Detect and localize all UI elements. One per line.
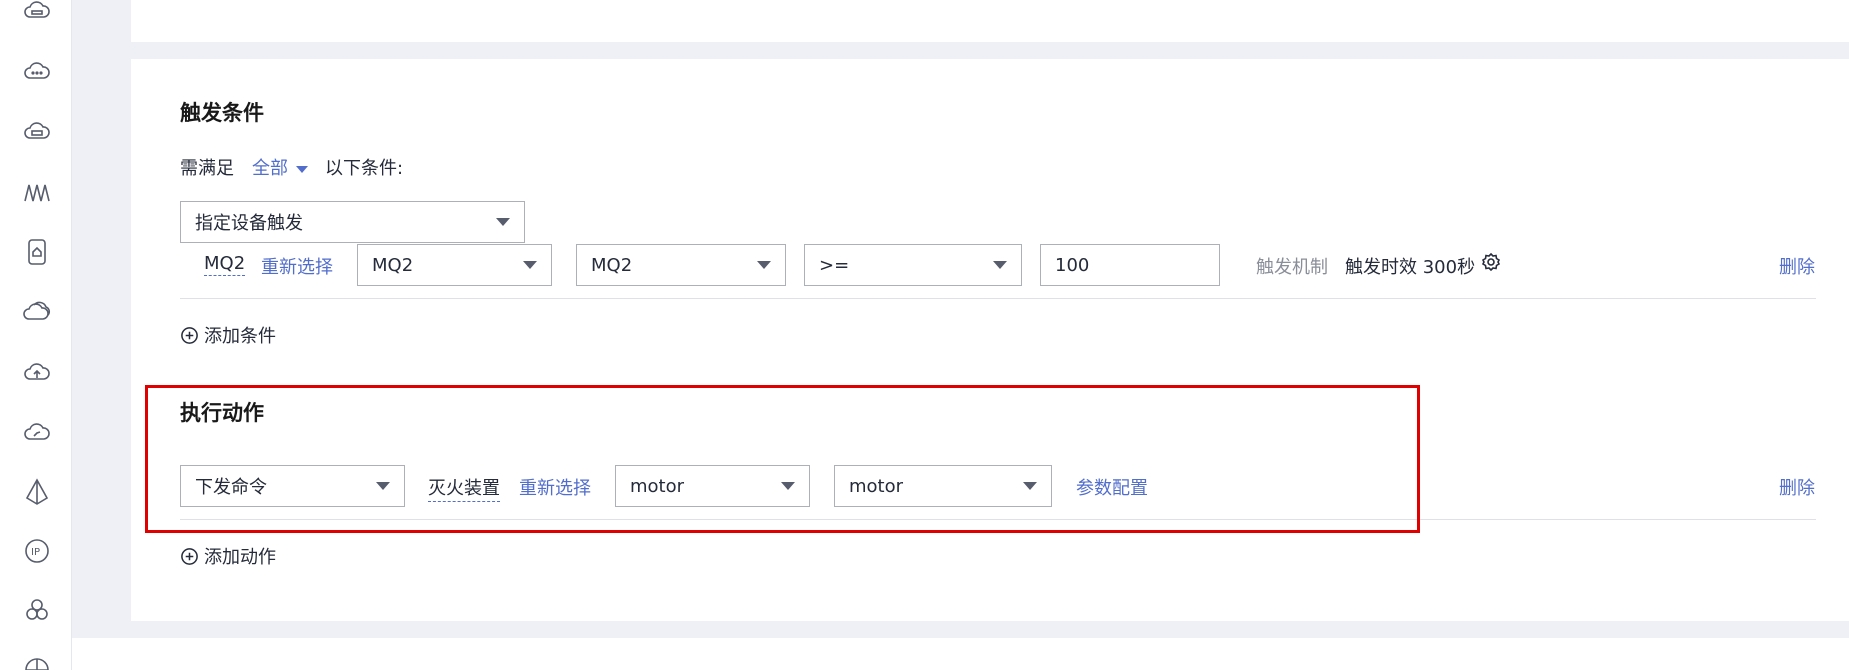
chevron-down-icon — [296, 165, 308, 173]
chevron-down-icon — [523, 261, 537, 269]
action-command-value: motor — [849, 475, 904, 497]
svg-text:IP: IP — [31, 547, 40, 558]
condition-mode-dropdown[interactable]: 全部 — [252, 154, 308, 180]
chevron-down-icon — [781, 482, 795, 490]
sidebar: IP — [0, 0, 72, 670]
chevron-down-icon — [1023, 482, 1037, 490]
condition-suffix: 以下条件: — [325, 158, 404, 179]
add-condition-button[interactable]: 添加条件 — [180, 322, 276, 348]
cone-icon[interactable] — [22, 477, 52, 507]
trigger-reselect-link[interactable]: 重新选择 — [261, 253, 333, 279]
trigger-mechanism-label[interactable]: 触发机制 — [1256, 253, 1328, 279]
trigger-device-name[interactable]: MQ2 — [204, 253, 246, 276]
cluster-icon[interactable] — [22, 596, 52, 626]
condition-prefix: 需满足 — [180, 158, 234, 179]
previous-section-card — [131, 0, 1849, 42]
action-reselect-link[interactable]: 重新选择 — [519, 474, 591, 500]
chevron-down-icon — [757, 261, 771, 269]
trigger-operator-select[interactable]: >= — [804, 244, 1022, 286]
add-action-label: 添加动作 — [204, 547, 276, 568]
action-service-select[interactable]: motor — [615, 465, 810, 507]
trigger-type-select[interactable]: 指定设备触发 — [180, 201, 525, 243]
trigger-service-select[interactable]: MQ2 — [357, 244, 552, 286]
waveform-icon[interactable] — [22, 177, 52, 207]
plus-circle-icon — [181, 326, 198, 344]
trigger-divider — [180, 298, 1816, 299]
param-config-link[interactable]: 参数配置 — [1076, 474, 1148, 500]
chevron-down-icon — [376, 482, 390, 490]
cloud-analytics-icon[interactable] — [22, 417, 52, 447]
action-type-select[interactable]: 下发命令 — [180, 465, 405, 507]
action-command-select[interactable]: motor — [834, 465, 1052, 507]
cloud-more-icon[interactable] — [22, 57, 52, 87]
globe-icon[interactable] — [22, 655, 52, 670]
cloud-disk-icon[interactable] — [22, 0, 52, 27]
trigger-operator-value: >= — [819, 254, 850, 276]
cloud-server-icon[interactable] — [22, 117, 52, 147]
cloud-stack-icon[interactable] — [22, 297, 52, 327]
action-delete-link[interactable]: 删除 — [1779, 474, 1815, 500]
add-condition-label: 添加条件 — [204, 326, 276, 347]
action-type-value: 下发命令 — [195, 477, 267, 498]
gear-icon[interactable] — [1481, 252, 1501, 272]
chevron-down-icon — [993, 261, 1007, 269]
trigger-service-value: MQ2 — [372, 254, 414, 276]
device-card-icon[interactable] — [22, 237, 52, 267]
action-section-title: 执行动作 — [180, 401, 264, 425]
rule-config-card — [131, 59, 1849, 621]
condition-mode-label: 全部 — [252, 158, 288, 179]
trigger-validity-label: 触发时效 300秒 — [1345, 257, 1476, 278]
chevron-down-icon — [496, 218, 510, 226]
trigger-property-select[interactable]: MQ2 — [576, 244, 786, 286]
action-device-name[interactable]: 灭火装置 — [428, 474, 500, 502]
action-divider — [180, 519, 1816, 520]
trigger-type-value: 指定设备触发 — [195, 213, 303, 234]
trigger-delete-link[interactable]: 删除 — [1779, 253, 1815, 279]
next-section-card — [72, 638, 1849, 670]
plus-circle-icon — [181, 547, 198, 565]
cloud-upload-icon[interactable] — [22, 357, 52, 387]
trigger-value-input[interactable]: 100 — [1040, 244, 1220, 286]
add-action-button[interactable]: 添加动作 — [180, 543, 276, 569]
trigger-section-title: 触发条件 — [180, 101, 264, 125]
trigger-property-value: MQ2 — [591, 254, 633, 276]
ip-icon[interactable]: IP — [22, 536, 52, 566]
action-service-value: motor — [630, 475, 685, 497]
